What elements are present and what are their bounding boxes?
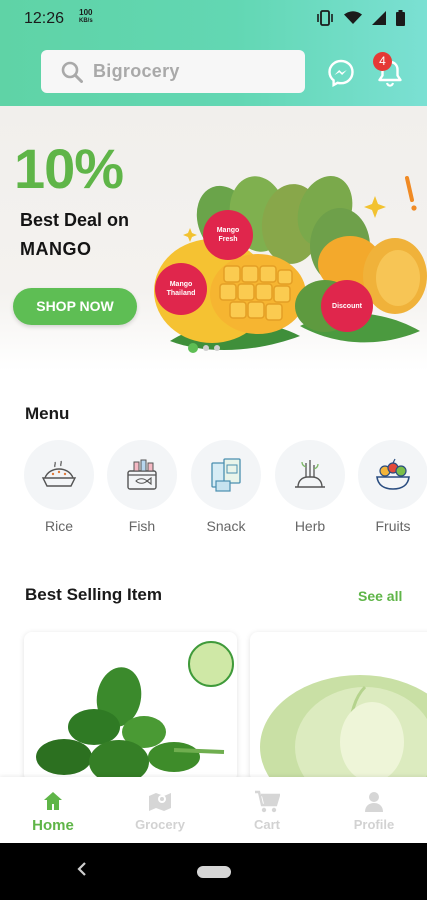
menu-item-snack[interactable]: Snack	[191, 440, 261, 534]
status-icons	[316, 10, 405, 26]
tag-discount: Discount	[321, 280, 373, 332]
network-speed: 100 KB/s	[79, 8, 93, 26]
carousel-dot-active[interactable]	[188, 343, 198, 353]
nav-home-label: Home	[32, 817, 74, 834]
carousel-dot[interactable]	[214, 345, 220, 351]
menu-item-herb[interactable]: Herb	[275, 440, 345, 534]
app-screen: 12:26 100 KB/s Bigrocery 4 10% Best Deal…	[0, 0, 427, 900]
wifi-icon	[344, 11, 362, 24]
promo-banner[interactable]: 10% Best Deal on MANGO SHOP NOW Mango Fr…	[0, 106, 427, 371]
header: 12:26 100 KB/s Bigrocery 4	[0, 0, 427, 106]
snack-icon	[191, 440, 261, 510]
network-speed-unit: KB/s	[79, 18, 93, 24]
nav-profile-label: Profile	[353, 817, 395, 832]
menu-item-fish[interactable]: Fish	[107, 440, 177, 534]
nav-grocery[interactable]: Grocery	[107, 777, 213, 843]
menu-item-label: Rice	[44, 518, 73, 534]
cart-icon	[255, 790, 280, 813]
rice-icon	[24, 440, 94, 510]
best-selling-title: Best Selling Item	[25, 585, 162, 604]
home-icon	[44, 792, 62, 810]
product-image-cabbage	[260, 675, 427, 782]
banner-discount: 10%	[14, 137, 124, 200]
back-icon[interactable]	[76, 861, 88, 877]
brand-logo-badge	[188, 641, 234, 687]
search-icon	[61, 61, 83, 83]
banner-product: MANGO	[20, 239, 92, 259]
nav-cart[interactable]: Cart	[214, 777, 320, 843]
search-placeholder: Bigrocery	[93, 61, 180, 81]
menu-item-label: Herb	[294, 518, 326, 534]
profile-icon	[365, 792, 383, 812]
home-gesture-pill[interactable]	[197, 866, 231, 878]
banner-headline: Best Deal on	[20, 210, 130, 230]
search-input[interactable]: Bigrocery	[41, 50, 305, 93]
status-time: 12:26	[24, 10, 65, 27]
battery-icon	[396, 10, 405, 26]
herb-icon	[275, 440, 345, 510]
menu-item-rice[interactable]: Rice	[24, 440, 94, 534]
see-all-link[interactable]: See all	[358, 588, 402, 604]
fish-icon	[107, 440, 177, 510]
menu-item-fruits[interactable]: Fruits	[358, 440, 427, 534]
menu-item-label: Fruits	[375, 518, 411, 534]
nav-cart-label: Cart	[253, 817, 280, 832]
vibrate-icon	[317, 10, 333, 26]
tag-mango-thailand: Mango Thailand	[155, 263, 207, 315]
nav-grocery-label: Grocery	[135, 817, 185, 832]
menu-item-label: Snack	[206, 518, 246, 534]
map-icon	[149, 793, 171, 811]
messenger-icon[interactable]	[327, 59, 355, 87]
carousel-indicator[interactable]	[188, 343, 220, 353]
fruits-icon	[358, 440, 427, 510]
menu-item-label: Fish	[128, 518, 156, 534]
network-speed-value: 100	[79, 8, 93, 17]
carousel-dot[interactable]	[203, 345, 209, 351]
mango-image	[154, 176, 427, 351]
signal-icon	[372, 11, 386, 25]
nav-profile[interactable]: Profile	[321, 777, 427, 843]
bottom-navigation: Home Grocery Cart Profile	[0, 777, 427, 843]
status-bar: 12:26 100 KB/s	[0, 0, 427, 38]
menu-section-title: Menu	[25, 404, 70, 423]
notification-badge: 4	[373, 52, 392, 71]
tag-mango-fresh: Mango Fresh	[203, 210, 253, 260]
product-card[interactable]	[250, 632, 427, 782]
menu-category-list: Rice Fish Snack Herb Fruits	[24, 440, 427, 540]
product-card[interactable]	[24, 632, 237, 782]
shop-now-button[interactable]: SHOP NOW	[13, 288, 137, 325]
nav-home[interactable]: Home	[0, 777, 106, 843]
